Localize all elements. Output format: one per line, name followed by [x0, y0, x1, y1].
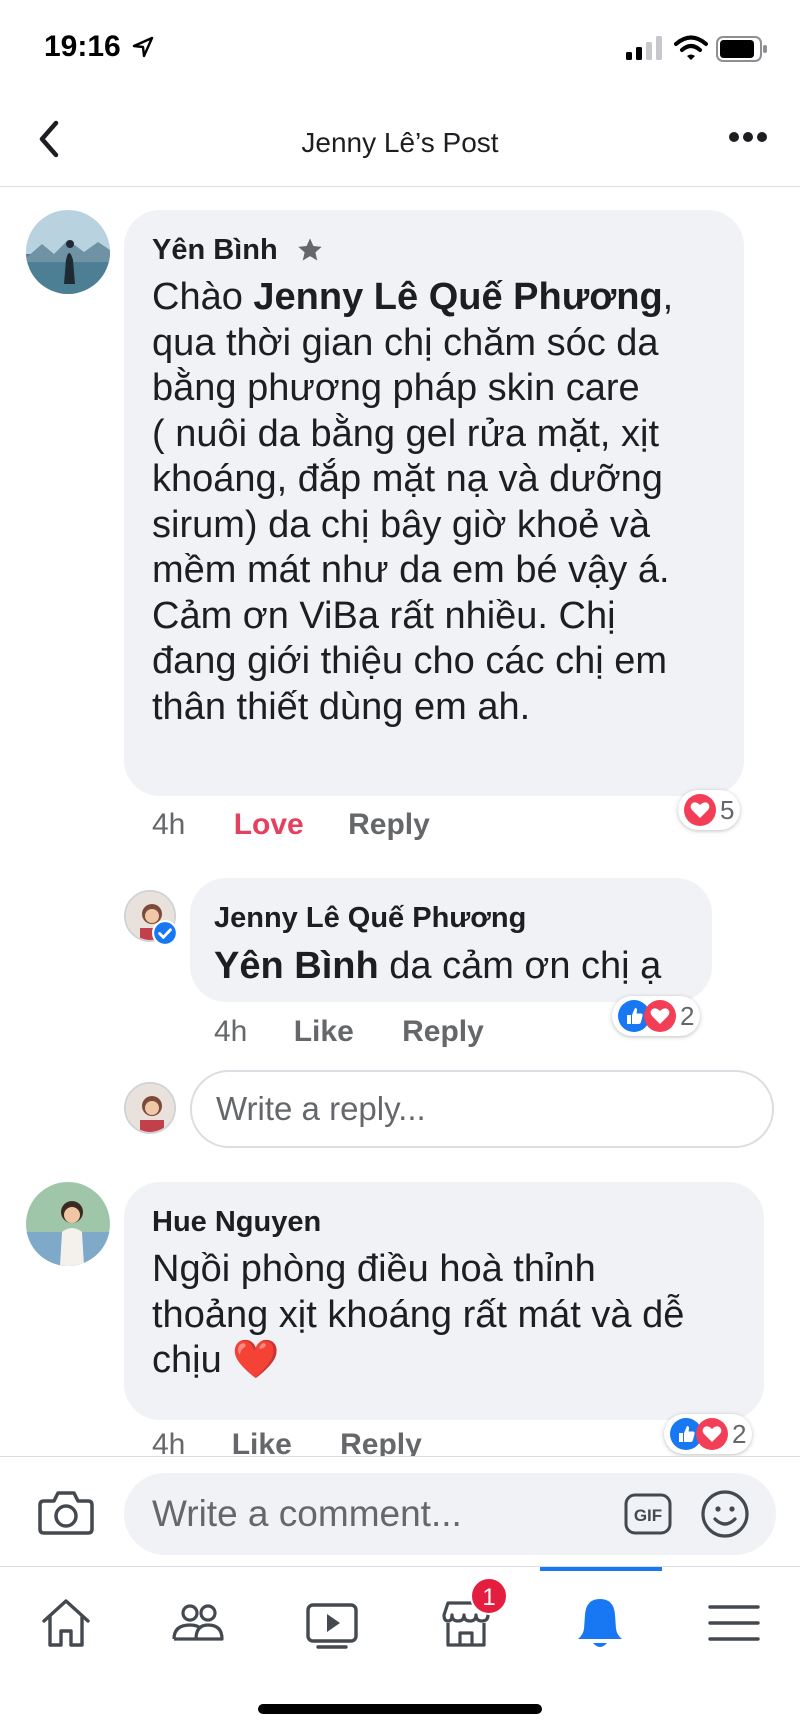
current-user-avatar	[124, 1082, 176, 1134]
status-time: 19:16	[44, 30, 121, 63]
avatar[interactable]	[26, 1182, 110, 1266]
avatar-photo-icon	[126, 1084, 174, 1132]
emoji-icon[interactable]	[700, 1489, 750, 1539]
comment-line: thân thiết dùng em ah.	[152, 685, 531, 728]
reply-input[interactable]: Write a reply...	[190, 1070, 774, 1148]
notifications-icon[interactable]	[570, 1593, 630, 1653]
more-options-icon[interactable]	[728, 125, 768, 149]
watch-icon[interactable]	[302, 1593, 362, 1653]
comment-line: ( nuôi da bằng gel rửa mặt, xịt	[152, 412, 660, 455]
friends-icon[interactable]	[168, 1593, 228, 1653]
gif-label: GIF	[634, 1506, 662, 1525]
love-button[interactable]: Love	[234, 808, 304, 842]
avatar[interactable]	[26, 210, 110, 294]
comment-meta: 4h Love Reply	[152, 808, 430, 842]
comment-line: chịu ❤️	[152, 1339, 280, 1381]
cellular-signal-icon	[626, 36, 662, 60]
reaction-count: 2	[732, 1418, 747, 1449]
reaction-summary[interactable]: 2	[664, 1414, 753, 1454]
comment-text: Ngồi phòng điều hoà thỉnh thoảng xịt kho…	[152, 1247, 752, 1384]
comment-line: thoảng xịt khoáng rất mát và dễ	[152, 1293, 685, 1336]
comment-time: 4h	[152, 808, 186, 841]
menu-icon[interactable]	[704, 1593, 764, 1653]
active-tab-indicator	[540, 1567, 662, 1571]
reply-button[interactable]: Reply	[348, 808, 430, 842]
camera-icon[interactable]	[38, 1487, 94, 1537]
reaction-count: 5	[720, 794, 735, 825]
home-icon[interactable]	[36, 1593, 96, 1653]
comment-line: bằng phương pháp skin care	[152, 367, 640, 409]
comment-author[interactable]: Hue Nguyen	[152, 1206, 321, 1239]
comment-input[interactable]: Write a comment... GIF	[124, 1473, 776, 1555]
comment-line: mềm mát như da em bé vậy á.	[152, 549, 670, 591]
comment-time: 4h	[214, 1015, 248, 1048]
gif-icon[interactable]: GIF	[624, 1491, 674, 1537]
comment-line: Cảm ơn ViBa rất nhiều. Chị	[152, 594, 616, 637]
reply-button[interactable]: Reply	[340, 1428, 422, 1456]
battery-icon	[716, 36, 767, 62]
wifi-icon	[674, 35, 708, 60]
reaction-count: 2	[680, 1000, 695, 1031]
comment-line: qua thời gian chị chăm sóc da	[152, 321, 659, 364]
comment-text: Chào Jenny Lê Quế Phương, qua thời gian …	[152, 275, 732, 730]
comment-composer: Write a comment... GIF	[0, 1456, 800, 1566]
reply-button[interactable]: Reply	[402, 1015, 484, 1049]
like-button[interactable]: Like	[232, 1428, 292, 1456]
comment-author[interactable]: Yên Bình	[152, 234, 278, 267]
comment-placeholder: Write a comment...	[152, 1493, 462, 1534]
reaction-summary[interactable]: 2	[612, 996, 701, 1036]
marketplace-badge: 1	[470, 1577, 508, 1615]
comment-line: Chào Jenny Lê Quế Phương,	[152, 276, 674, 318]
mention-link[interactable]: Yên Bình	[214, 945, 379, 987]
love-reaction-icon	[696, 1418, 728, 1450]
comment-line: đang giới thiệu cho các chị em	[152, 640, 667, 682]
love-reaction-icon	[684, 794, 716, 826]
comment-line: Ngồi phòng điều hoà thỉnh	[152, 1248, 596, 1290]
comment-line: khoáng, đắp mặt nạ và dưỡng	[152, 458, 663, 500]
verified-badge-icon	[152, 920, 178, 946]
reply-text: Yên Bình da cảm ơn chị ạ	[214, 945, 662, 987]
reaction-summary[interactable]: 5	[678, 790, 741, 830]
location-arrow-icon	[132, 36, 154, 58]
reply-meta: 4h Like Reply	[214, 1015, 484, 1049]
avatar-photo-icon	[26, 210, 110, 294]
mention-link[interactable]: Jenny Lê Quế Phương	[253, 276, 662, 318]
like-button[interactable]: Like	[294, 1015, 354, 1049]
comment-time: 4h	[152, 1428, 186, 1456]
love-reaction-icon	[644, 1000, 676, 1032]
reply-author[interactable]: Jenny Lê Quế Phương	[214, 902, 526, 935]
top-fan-star-icon	[298, 238, 322, 261]
avatar-photo-icon	[26, 1182, 110, 1266]
nav-bar: Jenny Lê’s Post	[0, 95, 800, 187]
post-title: Jenny Lê’s Post	[301, 127, 499, 158]
status-bar: 19:16	[0, 0, 800, 95]
comment-meta: 4h Like Reply	[152, 1428, 422, 1456]
home-indicator	[258, 1704, 542, 1714]
comment-line: sirum) da chị bây giờ khoẻ và	[152, 503, 651, 546]
